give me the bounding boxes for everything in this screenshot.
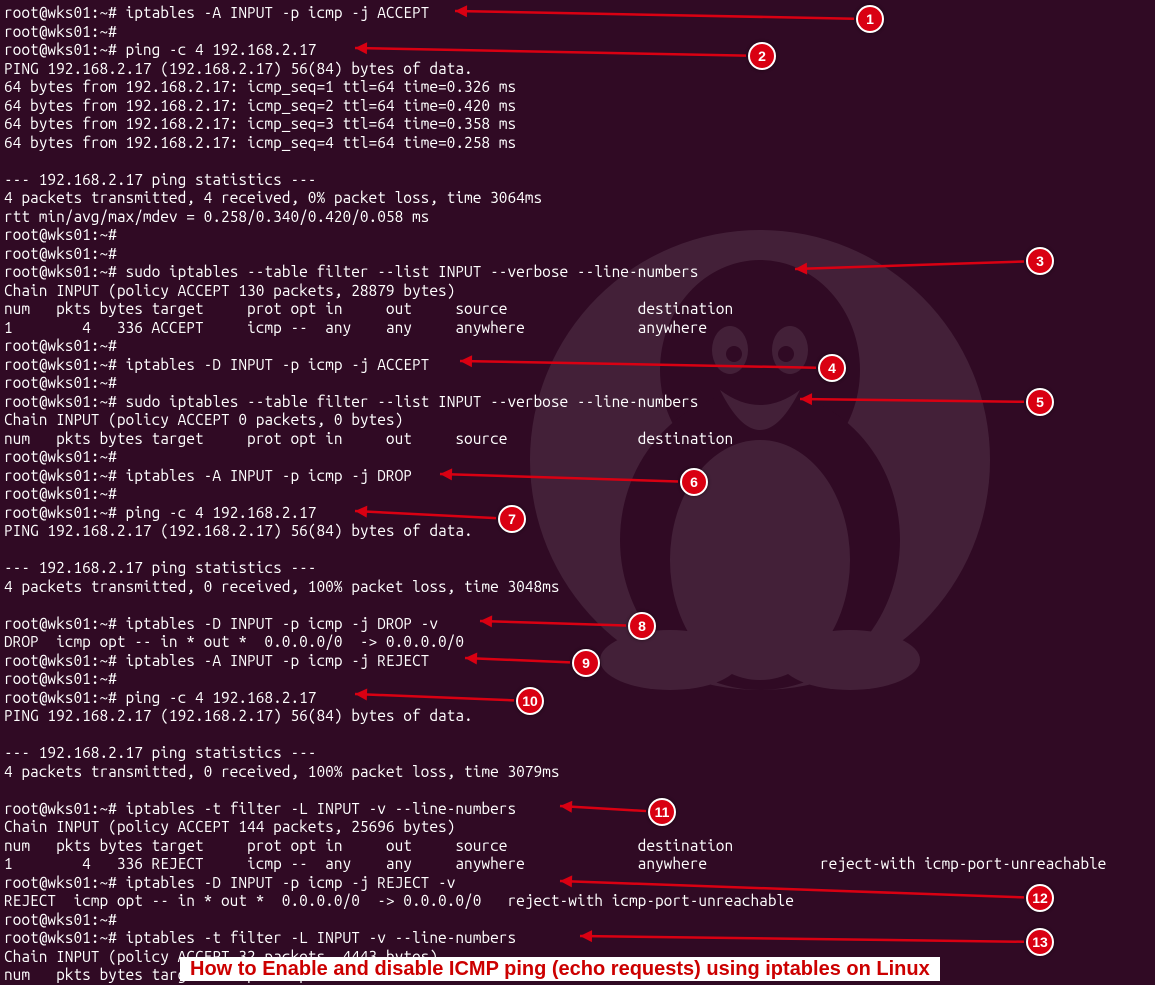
terminal-command-line: root@wks01:~# iptables -t filter -L INPU… bbox=[4, 800, 1153, 819]
shell-command: iptables -t filter -L INPUT -v --line-nu… bbox=[126, 929, 517, 946]
shell-command: iptables -D INPUT -p icmp -j ACCEPT bbox=[126, 356, 430, 373]
shell-prompt: root@wks01:~# bbox=[4, 374, 126, 391]
terminal-output-line: rtt min/avg/max/mdev = 0.258/0.340/0.420… bbox=[4, 208, 1153, 227]
terminal-output-line: 4 packets transmitted, 4 received, 0% pa… bbox=[4, 189, 1153, 208]
shell-prompt: root@wks01:~# bbox=[4, 874, 126, 891]
terminal-command-line: root@wks01:~# bbox=[4, 23, 1153, 42]
shell-prompt: root@wks01:~# bbox=[4, 41, 126, 58]
terminal-output-line bbox=[4, 152, 1153, 171]
terminal-command-line: root@wks01:~# iptables -A INPUT -p icmp … bbox=[4, 652, 1153, 671]
terminal-output-line: num pkts bytes target prot opt in out so… bbox=[4, 430, 1153, 449]
shell-prompt: root@wks01:~# bbox=[4, 23, 126, 40]
terminal-command-line: root@wks01:~# ping -c 4 192.168.2.17 bbox=[4, 41, 1153, 60]
terminal-output-line: 64 bytes from 192.168.2.17: icmp_seq=2 t… bbox=[4, 97, 1153, 116]
terminal-output-line: DROP icmp opt -- in * out * 0.0.0.0/0 ->… bbox=[4, 633, 1153, 652]
shell-command: ping -c 4 192.168.2.17 bbox=[126, 504, 317, 521]
shell-prompt: root@wks01:~# bbox=[4, 393, 126, 410]
shell-prompt: root@wks01:~# bbox=[4, 226, 126, 243]
terminal-command-line: root@wks01:~# bbox=[4, 670, 1153, 689]
shell-prompt: root@wks01:~# bbox=[4, 448, 126, 465]
shell-command: sudo iptables --table filter --list INPU… bbox=[126, 263, 699, 280]
terminal-output-line: 64 bytes from 192.168.2.17: icmp_seq=3 t… bbox=[4, 115, 1153, 134]
shell-command: iptables -A INPUT -p icmp -j DROP bbox=[126, 467, 412, 484]
terminal-output-line bbox=[4, 726, 1153, 745]
terminal-command-line: root@wks01:~# bbox=[4, 337, 1153, 356]
terminal-output-line: Chain INPUT (policy ACCEPT 144 packets, … bbox=[4, 818, 1153, 837]
shell-prompt: root@wks01:~# bbox=[4, 670, 126, 687]
terminal-command-line: root@wks01:~# bbox=[4, 374, 1153, 393]
terminal-command-line: root@wks01:~# iptables -D INPUT -p icmp … bbox=[4, 874, 1153, 893]
terminal-command-line: root@wks01:~# bbox=[4, 448, 1153, 467]
terminal-output-line: 1 4 336 ACCEPT icmp -- any any anywhere … bbox=[4, 319, 1153, 338]
terminal-output-line: Chain INPUT (policy ACCEPT 0 packets, 0 … bbox=[4, 411, 1153, 430]
terminal-output-line: 1 4 336 REJECT icmp -- any any anywhere … bbox=[4, 855, 1153, 874]
terminal-output-line: --- 192.168.2.17 ping statistics --- bbox=[4, 171, 1153, 190]
shell-prompt: root@wks01:~# bbox=[4, 615, 126, 632]
shell-command: iptables -D INPUT -p icmp -j DROP -v bbox=[126, 615, 438, 632]
terminal-output-line: 4 packets transmitted, 0 received, 100% … bbox=[4, 578, 1153, 597]
shell-prompt: root@wks01:~# bbox=[4, 467, 126, 484]
shell-command: iptables -A INPUT -p icmp -j ACCEPT bbox=[126, 4, 430, 21]
terminal-command-line: root@wks01:~# iptables -A INPUT -p icmp … bbox=[4, 4, 1153, 23]
terminal-output-line: --- 192.168.2.17 ping statistics --- bbox=[4, 744, 1153, 763]
shell-prompt: root@wks01:~# bbox=[4, 263, 126, 280]
terminal-command-line: root@wks01:~# iptables -t filter -L INPU… bbox=[4, 929, 1153, 948]
terminal-command-line: root@wks01:~# iptables -A INPUT -p icmp … bbox=[4, 467, 1153, 486]
shell-command: ping -c 4 192.168.2.17 bbox=[126, 689, 317, 706]
terminal-output-line: PING 192.168.2.17 (192.168.2.17) 56(84) … bbox=[4, 522, 1153, 541]
terminal-output-line: num pkts bytes target prot opt in out so… bbox=[4, 300, 1153, 319]
terminal-output-line: 64 bytes from 192.168.2.17: icmp_seq=1 t… bbox=[4, 78, 1153, 97]
shell-command: ping -c 4 192.168.2.17 bbox=[126, 41, 317, 58]
shell-command: iptables -A INPUT -p icmp -j REJECT bbox=[126, 652, 430, 669]
terminal-output-line: 4 packets transmitted, 0 received, 100% … bbox=[4, 763, 1153, 782]
shell-command: iptables -D INPUT -p icmp -j REJECT -v bbox=[126, 874, 456, 891]
terminal-command-line: root@wks01:~# bbox=[4, 911, 1153, 930]
terminal-output-line: --- 192.168.2.17 ping statistics --- bbox=[4, 559, 1153, 578]
terminal-output-line: num pkts bytes target prot opt in out so… bbox=[4, 837, 1153, 856]
terminal-output-line: REJECT icmp opt -- in * out * 0.0.0.0/0 … bbox=[4, 892, 1153, 911]
shell-prompt: root@wks01:~# bbox=[4, 800, 126, 817]
terminal-command-line: root@wks01:~# bbox=[4, 245, 1153, 264]
terminal-command-line: root@wks01:~# sudo iptables --table filt… bbox=[4, 393, 1153, 412]
terminal-command-line: root@wks01:~# bbox=[4, 485, 1153, 504]
terminal-output-line bbox=[4, 541, 1153, 560]
shell-prompt: root@wks01:~# bbox=[4, 356, 126, 373]
terminal-output-line: PING 192.168.2.17 (192.168.2.17) 56(84) … bbox=[4, 60, 1153, 79]
shell-prompt: root@wks01:~# bbox=[4, 929, 126, 946]
shell-prompt: root@wks01:~# bbox=[4, 652, 126, 669]
shell-command: iptables -t filter -L INPUT -v --line-nu… bbox=[126, 800, 517, 817]
terminal-output-line bbox=[4, 781, 1153, 800]
shell-prompt: root@wks01:~# bbox=[4, 689, 126, 706]
terminal-command-line: root@wks01:~# iptables -D INPUT -p icmp … bbox=[4, 615, 1153, 634]
terminal-output-line: PING 192.168.2.17 (192.168.2.17) 56(84) … bbox=[4, 707, 1153, 726]
terminal-command-line: root@wks01:~# ping -c 4 192.168.2.17 bbox=[4, 689, 1153, 708]
shell-prompt: root@wks01:~# bbox=[4, 245, 126, 262]
shell-prompt: root@wks01:~# bbox=[4, 485, 126, 502]
terminal-command-line: root@wks01:~# sudo iptables --table filt… bbox=[4, 263, 1153, 282]
terminal-output[interactable]: root@wks01:~# iptables -A INPUT -p icmp … bbox=[0, 0, 1155, 985]
terminal-command-line: root@wks01:~# iptables -D INPUT -p icmp … bbox=[4, 356, 1153, 375]
terminal-output-line bbox=[4, 596, 1153, 615]
shell-prompt: root@wks01:~# bbox=[4, 504, 126, 521]
terminal-command-line: root@wks01:~# bbox=[4, 226, 1153, 245]
terminal-command-line: root@wks01:~# ping -c 4 192.168.2.17 bbox=[4, 504, 1153, 523]
shell-command: sudo iptables --table filter --list INPU… bbox=[126, 393, 699, 410]
terminal-output-line: Chain INPUT (policy ACCEPT 130 packets, … bbox=[4, 282, 1153, 301]
shell-prompt: root@wks01:~# bbox=[4, 911, 126, 928]
terminal-output-line: 64 bytes from 192.168.2.17: icmp_seq=4 t… bbox=[4, 134, 1153, 153]
shell-prompt: root@wks01:~# bbox=[4, 337, 126, 354]
caption-banner: How to Enable and disable ICMP ping (ech… bbox=[180, 957, 940, 982]
shell-prompt: root@wks01:~# bbox=[4, 4, 126, 21]
